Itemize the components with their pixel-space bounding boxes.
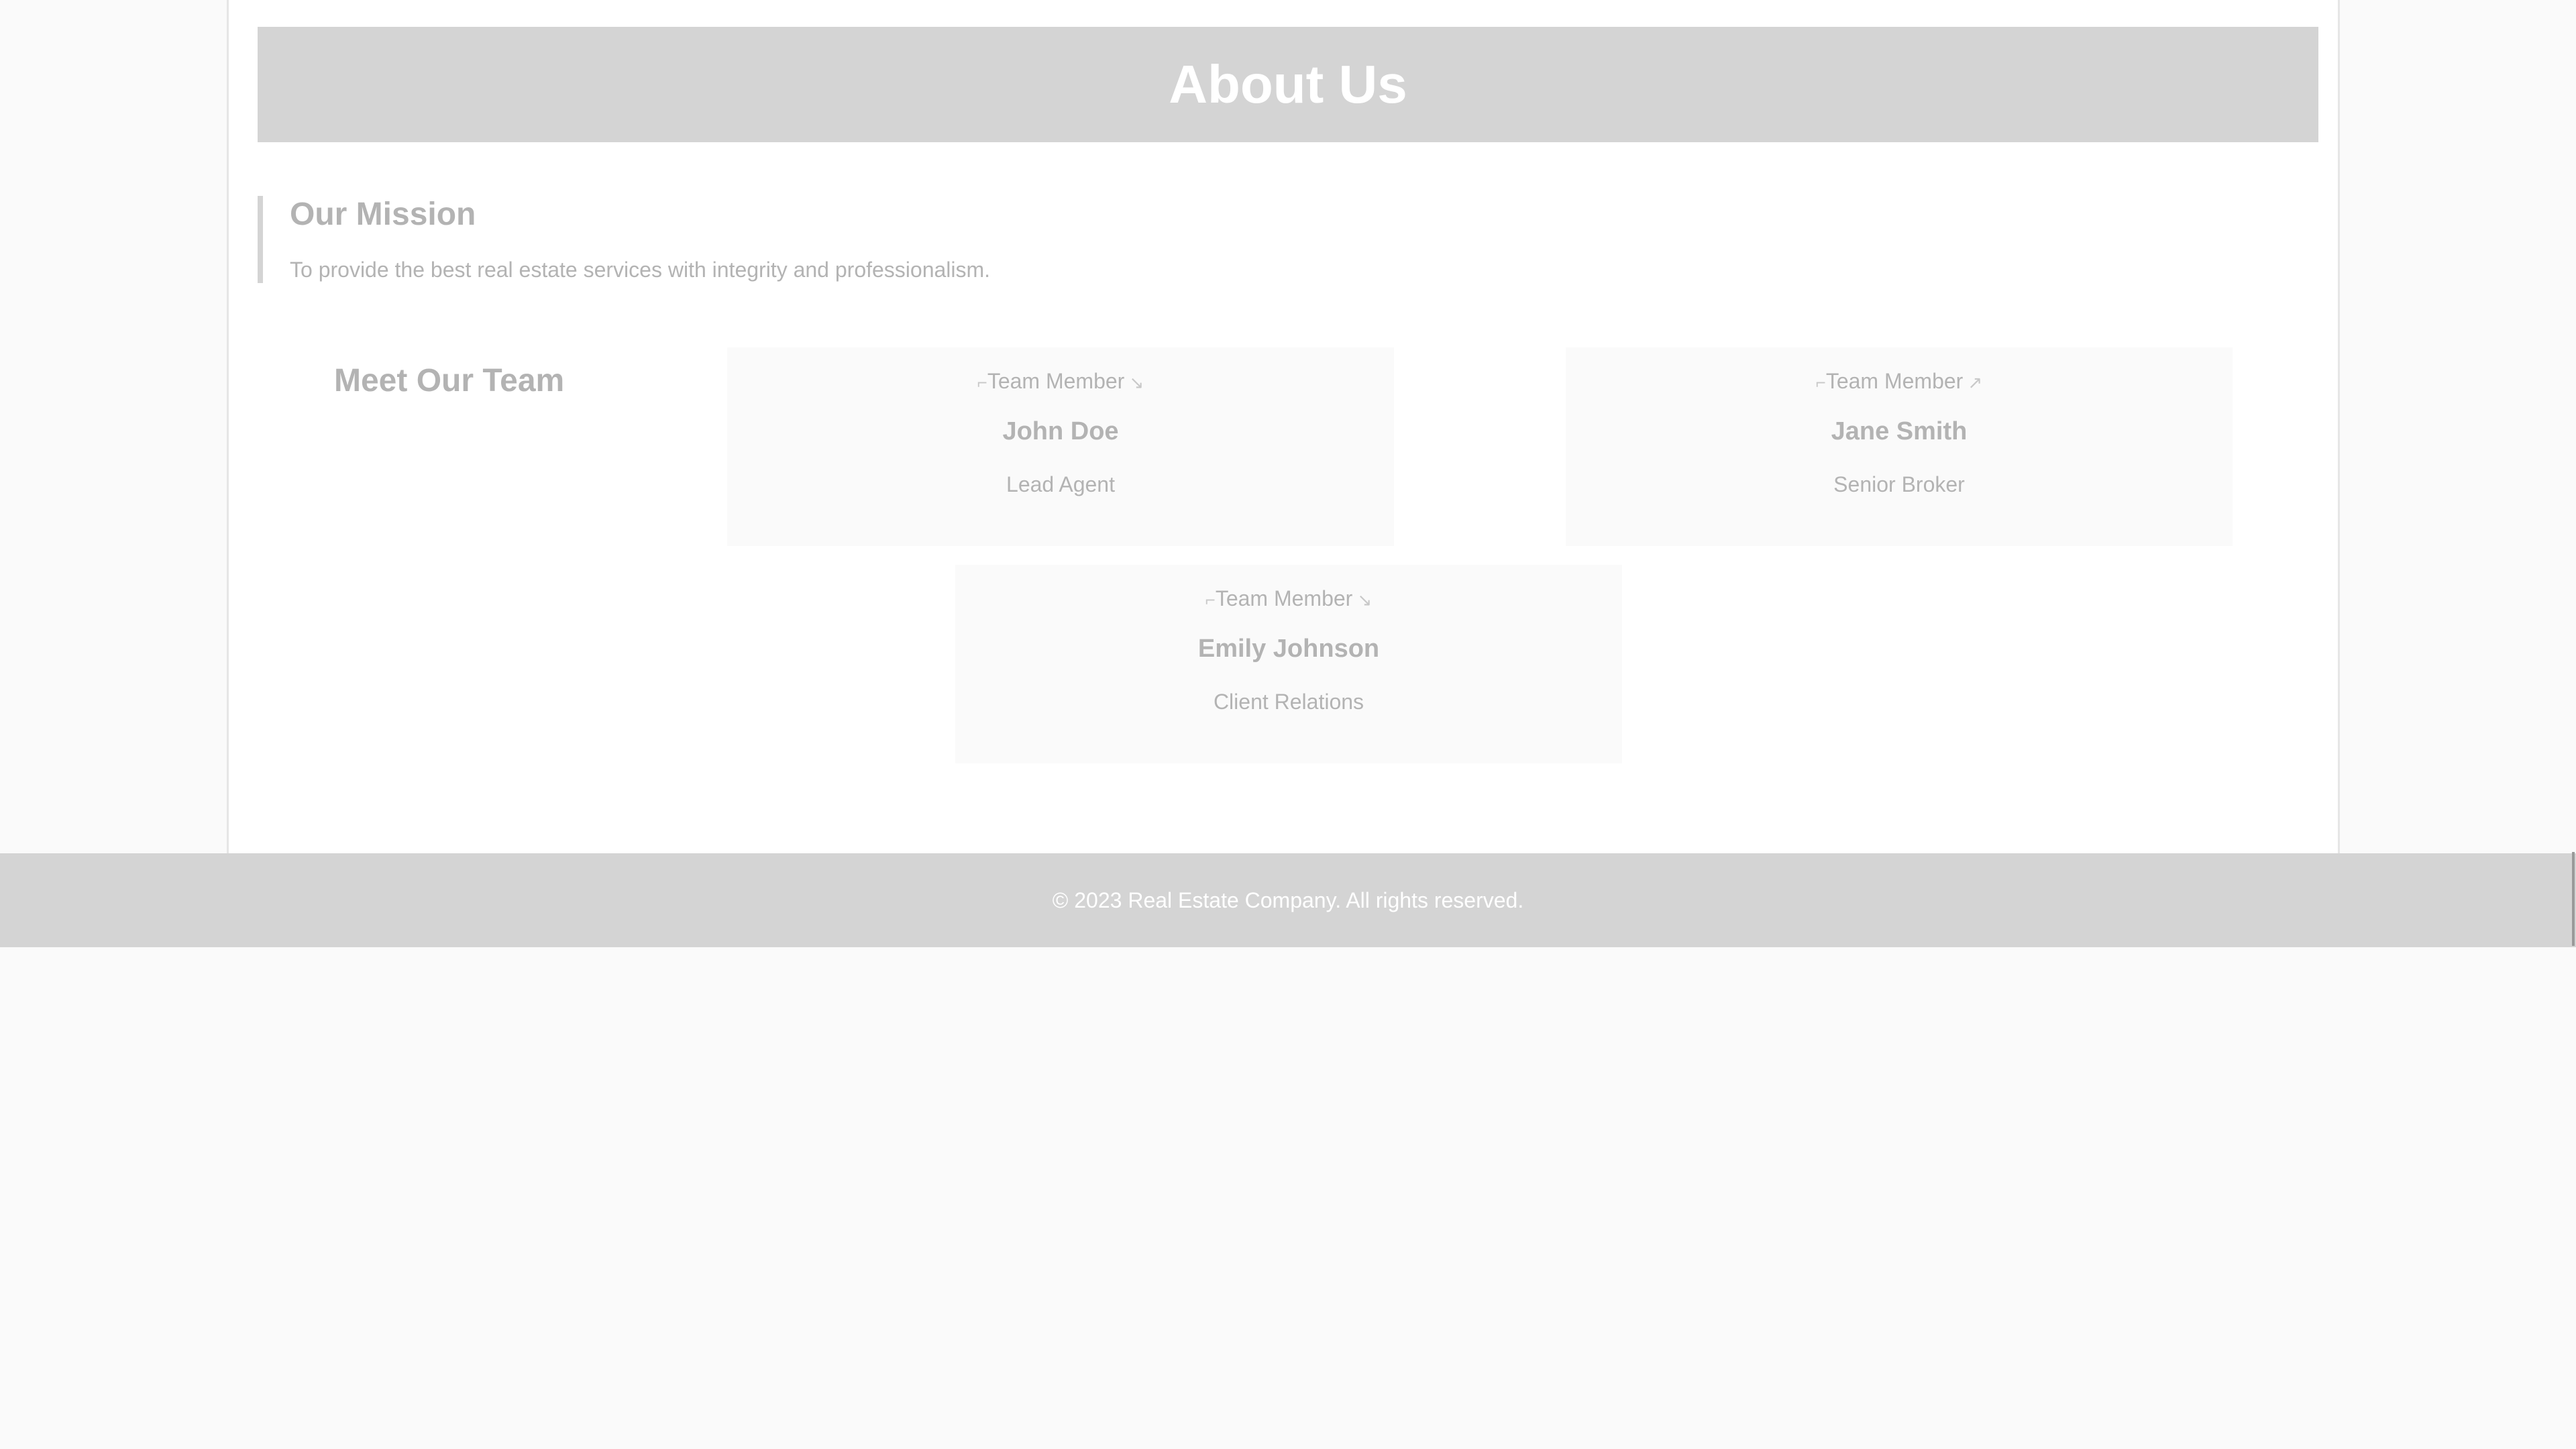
footer-copyright: © 2023 Real Estate Company. All rights r… xyxy=(1052,888,1524,912)
team-member-role: Client Relations xyxy=(1213,690,1364,714)
mission-section: Our Mission To provide the best real est… xyxy=(258,196,1465,283)
team-member-card: ⌐Team Member ↘ John Doe Lead Agent xyxy=(727,347,1394,546)
broken-image-icon: ⌐ xyxy=(977,372,987,392)
page-title: About Us xyxy=(1169,54,1407,114)
team-member-name: Emily Johnson xyxy=(1197,635,1380,663)
team-member-photo: ⌐Team Member ↘ xyxy=(727,369,1394,394)
team-member-role: Senior Broker xyxy=(1833,472,1965,496)
team-member-card: ⌐Team Member ↗ Jane Smith Senior Broker xyxy=(1566,347,2233,546)
team-member-name: John Doe xyxy=(1002,417,1119,445)
team-member-photo-alt: Team Member xyxy=(1215,586,1353,610)
team-member-card: ⌐Team Member ↘ Emily Johnson Client Rela… xyxy=(955,565,1622,763)
team-member-role: Lead Agent xyxy=(1006,472,1115,496)
mission-text: To provide the best real estate services… xyxy=(290,258,991,282)
team-member-photo: ⌐Team Member ↗ xyxy=(1566,369,2233,394)
scrollbar-edge[interactable] xyxy=(2572,852,2575,946)
broken-image-icon: ↘ xyxy=(1124,372,1144,392)
team-member-photo-alt: Team Member xyxy=(987,369,1125,393)
broken-image-icon: ↗ xyxy=(1963,372,1983,392)
broken-image-icon: ⌐ xyxy=(1205,590,1216,610)
team-heading: Meet Our Team xyxy=(334,363,565,398)
team-member-photo-alt: Team Member xyxy=(1825,369,1964,393)
page: About Us Our Mission To provide the best… xyxy=(0,0,2576,1449)
team-member-photo: ⌐Team Member ↘ xyxy=(955,586,1622,611)
hero-banner: About Us xyxy=(258,27,2318,142)
mission-heading: Our Mission xyxy=(290,197,476,232)
broken-image-icon: ↘ xyxy=(1352,590,1373,610)
team-member-name: Jane Smith xyxy=(1831,417,1968,445)
broken-image-icon: ⌐ xyxy=(1815,372,1826,392)
site-footer: © 2023 Real Estate Company. All rights r… xyxy=(0,853,2576,947)
